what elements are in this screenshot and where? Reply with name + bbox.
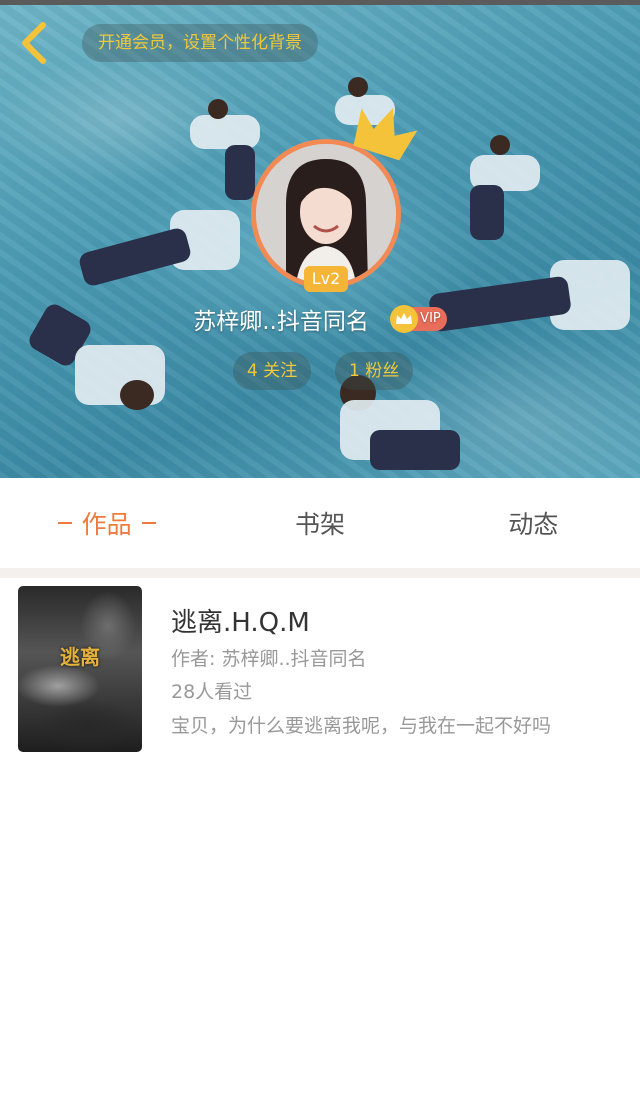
tab-label: 作品 [81, 510, 132, 539]
profile-tabs: 作品 书架 动态 [0, 478, 640, 568]
fans-count-button[interactable]: 1 粉丝 [335, 352, 414, 390]
tab-bookshelf[interactable]: 书架 [213, 478, 426, 568]
cover-title-text: 逃离 [60, 645, 100, 669]
tab-active-dash-left [57, 522, 72, 524]
status-bar-strip [0, 0, 640, 5]
tab-label: 动态 [508, 510, 559, 539]
avatar-container[interactable]: Lv2 [251, 107, 418, 292]
tab-active-dash-right [141, 522, 156, 524]
work-view-count: 28人看过 [171, 681, 253, 703]
work-description: 宝贝，为什么要逃离我呢，与我在一起不好吗 [171, 715, 552, 737]
section-divider [0, 568, 640, 578]
work-author: 作者: 苏梓卿..抖音同名 [171, 648, 367, 670]
level-badge: Lv2 [304, 266, 348, 292]
crown-icon [353, 107, 418, 161]
vip-badge[interactable]: VIP [390, 305, 447, 333]
work-cover-image[interactable]: 逃离 [18, 586, 142, 752]
following-count-button[interactable]: 4 关注 [233, 352, 312, 390]
vip-crown-icon [390, 305, 419, 333]
username: 苏梓卿..抖音同名 [193, 309, 369, 335]
avatar-portrait [256, 144, 396, 284]
work-card[interactable]: 逃离 逃离.H.Q.M 作者: 苏梓卿..抖音同名 28人看过 宝贝，为什么要逃… [10, 578, 640, 762]
tab-works[interactable]: 作品 [0, 478, 213, 568]
tab-label: 书架 [294, 510, 345, 539]
back-button[interactable] [14, 18, 54, 68]
vip-background-prompt[interactable]: 开通会员，设置个性化背景 [82, 24, 318, 62]
work-title[interactable]: 逃离.H.Q.M [171, 602, 310, 639]
background-photo-figure [440, 130, 560, 250]
username-row: 苏梓卿..抖音同名 VIP [0, 302, 640, 336]
chevron-left-icon [22, 22, 46, 64]
tab-activity[interactable]: 动态 [427, 478, 640, 568]
profile-header-banner: 开通会员，设置个性化背景 Lv2 苏梓卿..抖音同名 VIP 4 关注 1 粉丝 [0, 0, 640, 478]
vip-label: VIP [420, 311, 441, 326]
